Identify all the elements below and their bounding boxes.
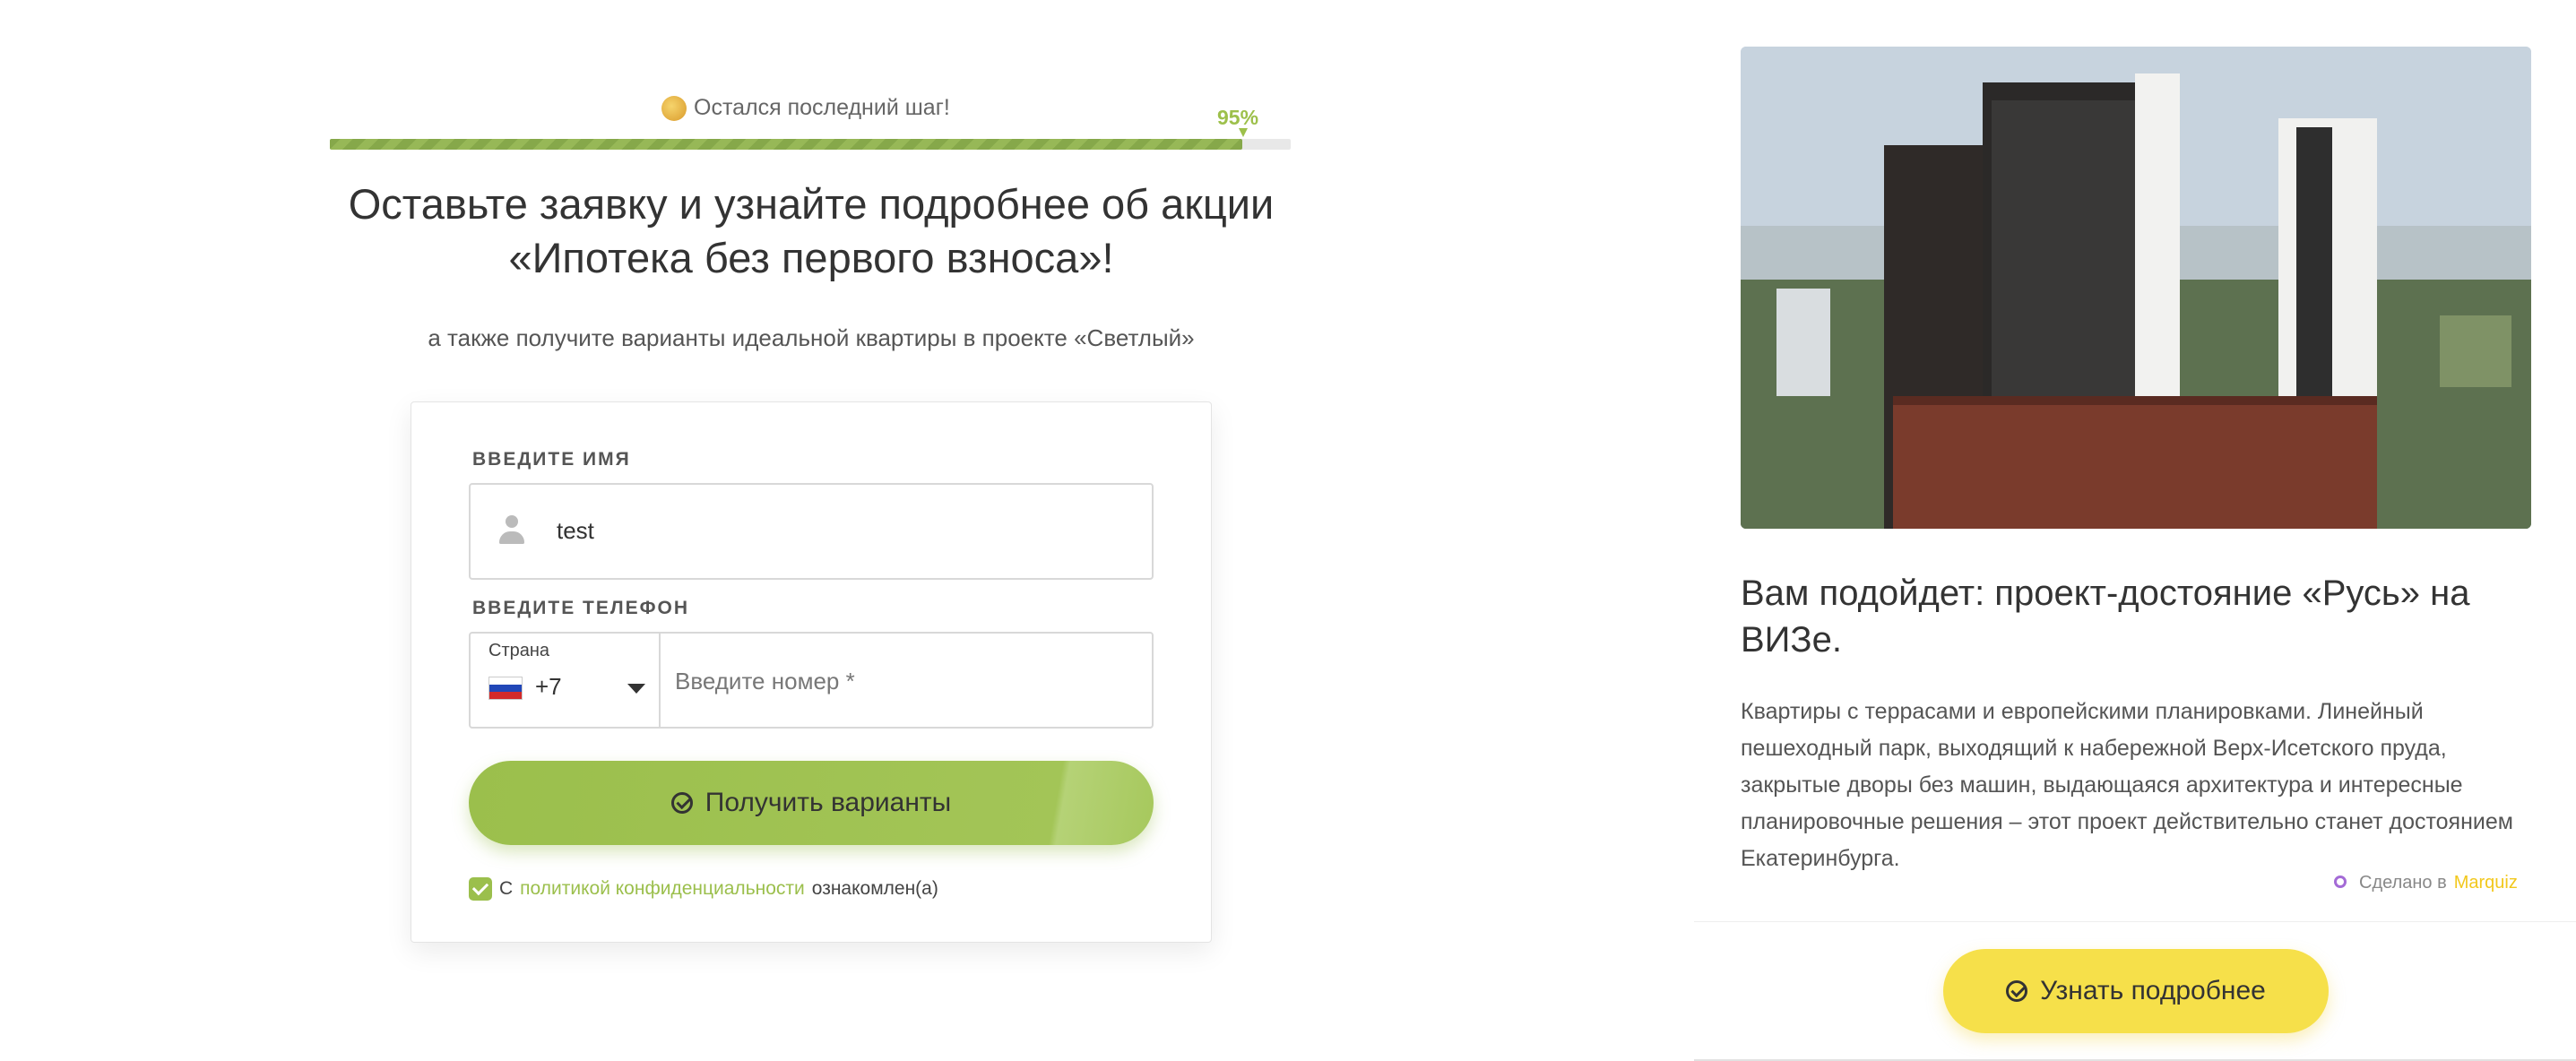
learn-more-button[interactable]: Узнать подробнее [1943, 949, 2329, 1033]
country-select-label: Страна [488, 641, 550, 660]
phone-input[interactable] [675, 668, 1123, 695]
project-card-panel: Вам подойдет: проект-достояние «Русь» на… [1694, 0, 2576, 1061]
progress-label: Остался последний шаг! [661, 95, 950, 121]
consent-suffix: ознакомлен(а) [811, 878, 938, 899]
consent-prefix: С [499, 878, 514, 899]
progress-marker-icon [1239, 128, 1248, 137]
privacy-consent: С политикой конфиденциальности ознакомле… [469, 877, 938, 901]
person-icon [497, 515, 526, 549]
dial-code: +7 [535, 673, 562, 700]
consent-checkbox[interactable] [469, 877, 492, 901]
project-description: Квартиры с террасами и европейскими план… [1741, 699, 2513, 871]
quiz-form-panel: Остался последний шаг! 95% Оставьте заяв… [0, 0, 1622, 1061]
phone-field-group: Страна +7 [469, 632, 1154, 729]
name-field[interactable]: test [469, 483, 1154, 580]
made-in-marquiz[interactable]: Сделано в Marquiz [2332, 873, 2518, 893]
get-options-button[interactable]: Получить варианты [469, 761, 1154, 845]
project-title: Вам подойдет: проект-достояние «Русь» на… [1741, 574, 2470, 660]
progress-percent: 95% [1217, 106, 1259, 129]
progress-label-text: Остался последний шаг! [694, 95, 950, 120]
building-photo-illustration [1741, 47, 2531, 529]
name-field-label: ВВЕДИТЕ ИМЯ [472, 449, 631, 470]
page-subtitle: а также получите варианты идеальной квар… [428, 324, 1195, 351]
check-circle-icon [670, 792, 693, 814]
chevron-down-icon [627, 684, 645, 694]
made-in-prefix: Сделано в [2359, 873, 2447, 893]
building-photo [1741, 47, 2531, 529]
card-footer: Узнать подробнее [1694, 921, 2576, 1061]
russia-flag-icon [488, 677, 523, 700]
country-select[interactable]: Страна +7 [471, 634, 661, 727]
phone-field-label: ВВЕДИТЕ ТЕЛЕФОН [472, 598, 690, 618]
contact-form: ВВЕДИТЕ ИМЯ test ВВЕДИТЕ ТЕЛЕФОН Страна … [411, 401, 1212, 943]
progress-bar-fill [330, 139, 1243, 150]
progress-bar [330, 139, 1291, 150]
waving-hand-icon [661, 95, 687, 121]
page-title: Оставьте заявку и узнайте подробнее об а… [348, 180, 1275, 281]
made-in-brand: Marquiz [2453, 873, 2518, 893]
marquiz-logo-icon [2332, 874, 2352, 893]
name-field-value: test [557, 517, 594, 544]
learn-more-button-label: Узнать подробнее [2040, 976, 2266, 1005]
privacy-policy-link[interactable]: политикой конфиденциальности [520, 878, 805, 900]
check-circle-icon [2006, 980, 2028, 1002]
get-options-button-label: Получить варианты [705, 788, 952, 817]
